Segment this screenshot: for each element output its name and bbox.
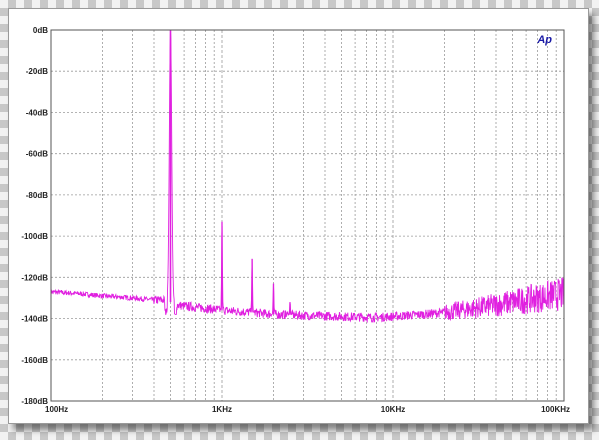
x-tick-label: 100KHz [541,405,570,414]
grid [51,30,564,401]
y-tick-label: -120dB [21,273,48,282]
x-tick-label: 10KHz [381,405,405,414]
y-tick-label: -140dB [21,315,48,324]
y-tick-label: -60dB [26,150,48,159]
x-tick-label: 100Hz [45,405,68,414]
plot-border [50,29,565,402]
y-tick-label: 0dB [33,26,48,35]
y-tick-label: -160dB [21,356,48,365]
spectrum-trace [50,30,565,324]
y-tick-label: -100dB [21,232,48,241]
chart-frame: 0dB -20dB -40dB -60dB -80dB -100dB -120dB -140d… [8,8,589,424]
fft-spectrum-chart: 0dB -20dB -40dB -60dB -80dB -100dB -120dB -140d… [21,26,570,414]
audio-precision-logo-icon: Ap [536,34,552,46]
x-tick-label: 1KHz [212,405,232,414]
tick-labels: 0dB -20dB -40dB -60dB -80dB -100dB -120dB -140d… [21,26,570,414]
y-tick-label: -40dB [26,108,48,117]
y-tick-label: -80dB [26,191,48,200]
series-layer [50,30,565,324]
y-tick-label: -20dB [26,67,48,76]
